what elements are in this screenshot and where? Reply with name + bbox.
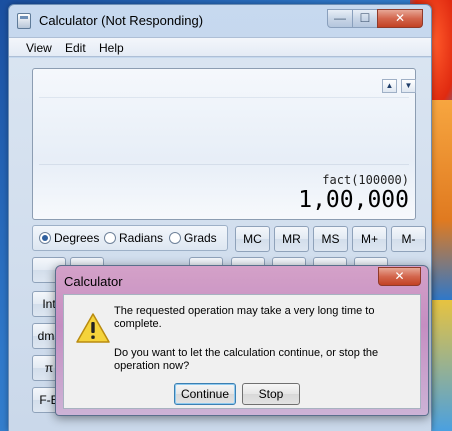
calculator-display: ▲ ▼ fact(100000) 1,00,000 <box>32 68 416 220</box>
angle-unit-group: Degrees Radians Grads <box>32 225 228 251</box>
history-divider <box>39 97 409 98</box>
result-value: 1,00,000 <box>298 187 409 213</box>
title-bar[interactable]: Calculator (Not Responding) — ☐ ✕ <box>9 5 431 35</box>
radio-grads-label: Grads <box>184 231 217 245</box>
memory-clear-button[interactable]: MC <box>235 226 270 252</box>
minimize-button[interactable]: — <box>327 9 353 28</box>
dialog-title-bar[interactable]: Calculator ✕ <box>56 266 428 294</box>
radio-radians[interactable]: Radians <box>104 231 164 245</box>
dialog-content: The requested operation may take a very … <box>63 294 421 409</box>
expression-text: fact(100000) <box>322 173 409 187</box>
menu-bar: View Edit Help <box>9 37 431 57</box>
dialog-message-2: Do you want to let the calculation conti… <box>114 347 379 372</box>
memory-subtract-button[interactable]: M- <box>391 226 426 252</box>
continue-button[interactable]: Continue <box>174 383 236 405</box>
dialog-message-1: The requested operation may take a very … <box>114 305 375 330</box>
stop-button[interactable]: Stop <box>242 383 300 405</box>
memory-add-button[interactable]: M+ <box>352 226 387 252</box>
radio-degrees-label: Degrees <box>54 231 100 245</box>
radio-grads[interactable]: Grads <box>169 231 221 245</box>
wallpaper-orange-shape <box>430 100 452 300</box>
radio-radians-label: Radians <box>119 231 164 245</box>
not-responding-dialog: Calculator ✕ The requested operation may… <box>55 265 429 416</box>
calculator-app-icon <box>17 13 31 29</box>
radio-unselected-icon <box>169 232 181 244</box>
radio-unselected-icon <box>104 232 116 244</box>
warning-icon <box>76 313 110 343</box>
window-title: Calculator (Not Responding) <box>39 13 204 28</box>
dialog-close-button[interactable]: ✕ <box>378 267 421 286</box>
dialog-title: Calculator <box>64 274 123 289</box>
maximize-button[interactable]: ☐ <box>352 9 378 28</box>
history-panel: ▲ ▼ <box>39 75 416 165</box>
memory-store-button[interactable]: MS <box>313 226 348 252</box>
radio-degrees[interactable]: Degrees <box>39 231 103 245</box>
close-button[interactable]: ✕ <box>377 9 423 28</box>
menu-edit[interactable]: Edit <box>65 41 86 55</box>
history-down-button[interactable]: ▼ <box>401 79 416 93</box>
menu-view[interactable]: View <box>26 41 52 55</box>
radio-selected-icon <box>39 232 51 244</box>
history-up-button[interactable]: ▲ <box>382 79 397 93</box>
menu-help[interactable]: Help <box>99 41 124 55</box>
memory-recall-button[interactable]: MR <box>274 226 309 252</box>
wallpaper-yellow-shape <box>430 300 452 431</box>
